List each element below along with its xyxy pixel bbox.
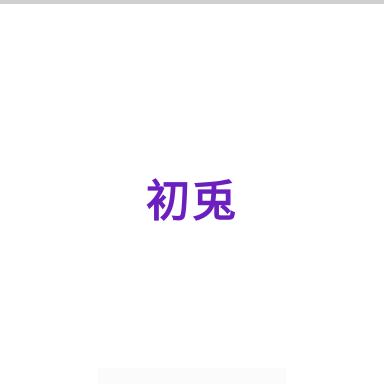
center-title-text: 初兎 (146, 176, 238, 227)
content-area: 初兎 (0, 4, 384, 384)
bottom-faint-panel (98, 368, 286, 384)
